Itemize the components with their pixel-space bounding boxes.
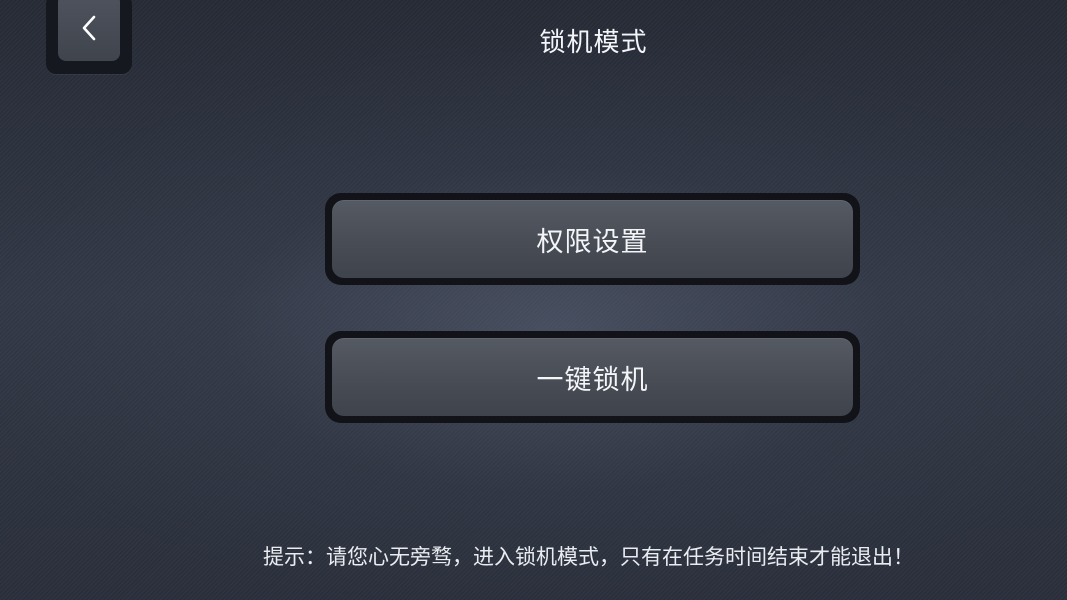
permission-settings-button[interactable]: 权限设置 (332, 200, 853, 278)
lock-mode-screen: 锁机模式 权限设置 一键锁机 提示：请您心无旁骛，进入锁机模式，只有在任务时间结… (0, 0, 1067, 600)
hint-text: 提示：请您心无旁骛，进入锁机模式，只有在任务时间结束才能退出！ (263, 545, 914, 569)
permission-settings-frame: 权限设置 (325, 193, 860, 285)
page-title: 锁机模式 (539, 28, 648, 58)
one-click-lock-button[interactable]: 一键锁机 (332, 338, 853, 416)
one-click-lock-frame: 一键锁机 (325, 331, 860, 423)
